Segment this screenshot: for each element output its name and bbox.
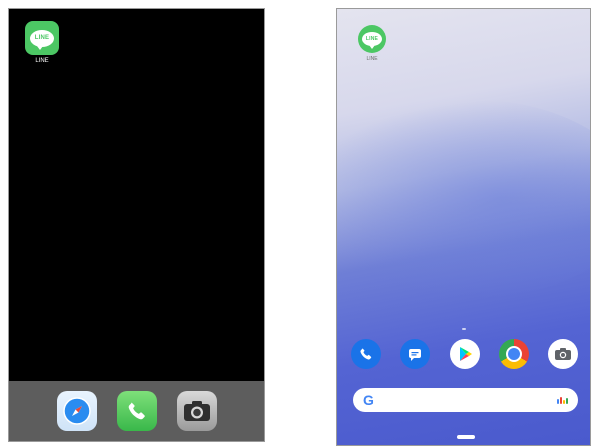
line-icon[interactable]: LINE bbox=[25, 21, 59, 55]
line-icon-text: LINE bbox=[34, 35, 50, 41]
home-gesture-bar[interactable] bbox=[457, 435, 475, 439]
compass-glyph bbox=[62, 397, 91, 425]
swipe-up-hint bbox=[462, 328, 466, 330]
mic-icon[interactable] bbox=[557, 396, 568, 404]
google-search-bar[interactable]: G bbox=[353, 388, 578, 412]
google-logo: G bbox=[363, 392, 374, 408]
ios-home-screen: LINE LINE bbox=[8, 8, 265, 442]
android-dock bbox=[351, 339, 578, 369]
handset-glyph bbox=[360, 348, 372, 360]
handset-glyph bbox=[128, 402, 145, 420]
phone-icon[interactable] bbox=[116, 391, 157, 431]
play-store-icon[interactable] bbox=[449, 339, 480, 369]
app-label: LINE bbox=[366, 56, 378, 62]
ios-app-line[interactable]: LINE LINE bbox=[22, 21, 62, 64]
camera-glyph bbox=[183, 401, 210, 421]
wallpaper-wave bbox=[337, 99, 590, 299]
camera-glyph bbox=[555, 348, 571, 360]
line-icon[interactable]: LINE bbox=[358, 25, 386, 53]
android-app-line[interactable]: LINE LINE bbox=[354, 25, 390, 62]
play-triangle-glyph bbox=[459, 347, 472, 361]
line-bubble: LINE bbox=[362, 32, 382, 49]
ios-dock bbox=[9, 381, 264, 441]
app-label: LINE bbox=[35, 58, 49, 64]
chrome-icon[interactable] bbox=[498, 339, 529, 369]
message-bubble-glyph bbox=[409, 349, 422, 361]
chrome-center bbox=[505, 346, 522, 362]
safari-icon[interactable] bbox=[56, 391, 97, 431]
messages-icon[interactable] bbox=[400, 339, 431, 369]
camera-icon[interactable] bbox=[548, 339, 578, 369]
android-home-screen: LINE LINE G bbox=[336, 8, 591, 446]
line-icon-text: LINE bbox=[365, 36, 379, 42]
camera-icon[interactable] bbox=[176, 391, 217, 431]
line-bubble: LINE bbox=[30, 29, 54, 50]
phone-icon[interactable] bbox=[351, 339, 381, 369]
